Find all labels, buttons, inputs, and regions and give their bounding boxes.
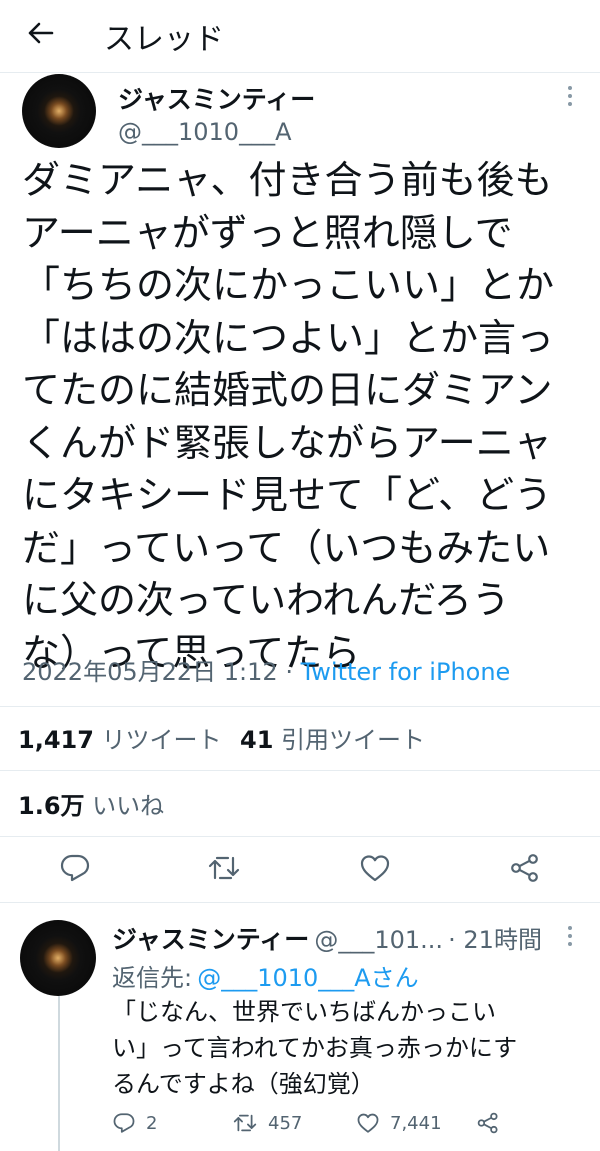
page-title: スレッド <box>104 22 224 57</box>
reply-header: ジャスミンティー @___101... · 21時間 <box>112 920 542 956</box>
more-vertical-icon <box>568 926 572 946</box>
divider <box>0 836 600 837</box>
divider <box>0 902 600 903</box>
reply-reply-count: 2 <box>146 1112 158 1134</box>
tweet-datetime[interactable]: 2022年05月22日 1:12 <box>22 658 278 686</box>
share-icon <box>511 854 538 882</box>
retweet-count: 1,417 <box>18 726 94 754</box>
reply-like-count: 7,441 <box>390 1112 442 1134</box>
author-name[interactable]: ジャスミンティー <box>118 80 315 116</box>
divider <box>0 770 600 771</box>
reply-button[interactable] <box>53 846 97 890</box>
quote-count: 41 <box>240 726 274 754</box>
like-label: いいね <box>92 792 165 820</box>
retweet-icon <box>233 1114 257 1132</box>
reply-more-options-button[interactable] <box>560 924 580 948</box>
reply-author-handle[interactable]: @___101... <box>314 926 443 954</box>
reply-retweet-count: 457 <box>268 1112 303 1134</box>
header-divider <box>0 72 600 73</box>
reply-to-label: 返信先: <box>112 964 193 992</box>
quote-stats[interactable]: 41 引用ツイート <box>240 720 425 755</box>
avatar[interactable] <box>22 74 96 148</box>
reply-to-line: 返信先: @___1010___Aさん <box>112 958 419 993</box>
reply-icon <box>60 854 90 882</box>
reply-avatar[interactable] <box>20 920 96 996</box>
like-stats[interactable]: 1.6万 いいね <box>18 786 164 821</box>
reply-reply-button[interactable]: 2 <box>112 1112 157 1134</box>
like-count: 1.6万 <box>18 792 85 820</box>
reply-author-name[interactable]: ジャスミンティー <box>112 925 309 954</box>
retweet-stats[interactable]: 1,417 リツイート <box>18 720 222 755</box>
heart-icon <box>357 1113 379 1133</box>
share-button[interactable] <box>503 846 547 890</box>
more-vertical-icon <box>568 86 572 106</box>
reply-text: 「じなん、世界でいちばんかっこい い」って言われてかお真っ赤っかにす るんですよ… <box>112 998 518 1098</box>
reply-share-button[interactable] <box>476 1112 500 1134</box>
reply-to-handle[interactable]: @___1010___Aさん <box>197 964 419 992</box>
thread-line <box>58 996 60 1151</box>
divider <box>0 706 600 707</box>
retweet-icon <box>208 856 240 880</box>
like-button[interactable] <box>353 846 397 890</box>
reply-icon <box>113 1113 135 1133</box>
top-bar: スレッド <box>0 0 600 64</box>
tweet-meta: 2022年05月22日 1:12 · Twitter for iPhone <box>22 652 510 687</box>
reply-time[interactable]: · 21時間 <box>448 926 542 954</box>
author-handle[interactable]: @___1010___A <box>118 118 292 146</box>
retweet-label: リツイート <box>101 726 222 754</box>
meta-separator: · <box>285 658 293 686</box>
quote-label: 引用ツイート <box>281 726 426 754</box>
reply-retweet-button[interactable]: 457 <box>232 1112 302 1134</box>
reply-like-button[interactable]: 7,441 <box>356 1112 442 1134</box>
retweet-button[interactable] <box>202 846 246 890</box>
more-options-button[interactable] <box>560 84 580 108</box>
tweet-source[interactable]: Twitter for iPhone <box>301 658 511 686</box>
tweet-text: ダミアニャ、付き合う前も後も アーニャがずっと照れ隠しで 「ちちの次にかっこいい… <box>22 158 555 675</box>
heart-icon <box>360 855 390 882</box>
share-icon <box>477 1112 498 1134</box>
back-button[interactable] <box>22 16 58 50</box>
arrow-left-icon <box>28 22 54 44</box>
